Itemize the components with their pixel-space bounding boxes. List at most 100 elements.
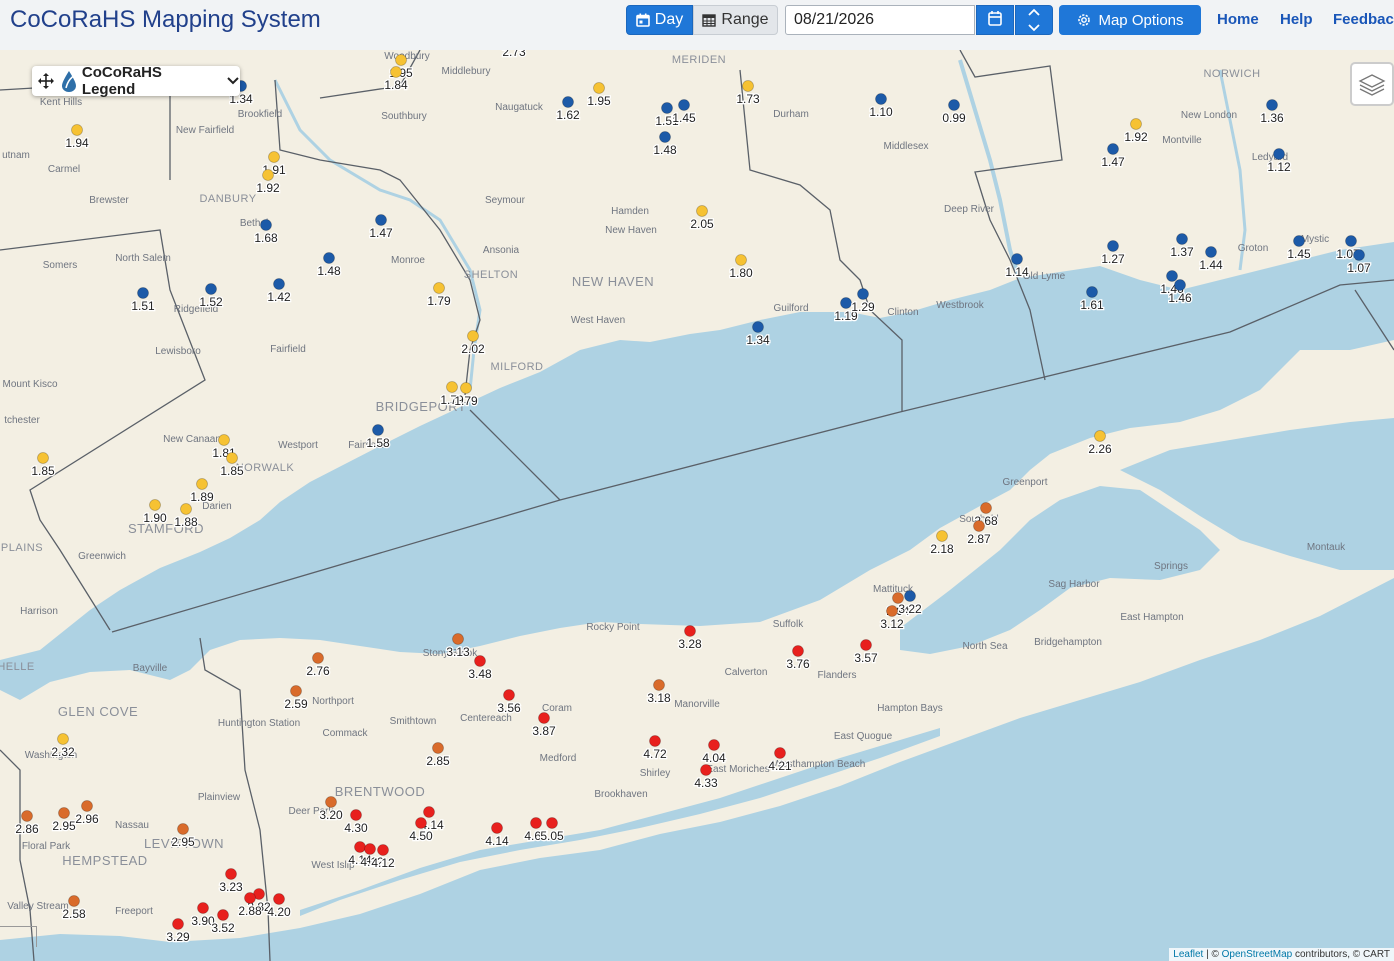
station-dot[interactable] — [649, 735, 661, 747]
station-dot[interactable] — [973, 520, 985, 532]
station-dot[interactable] — [503, 689, 515, 701]
station-dot[interactable] — [684, 625, 696, 637]
station-dot[interactable] — [840, 297, 852, 309]
station-dot[interactable] — [700, 764, 712, 776]
station-dot[interactable] — [659, 131, 671, 143]
station-dot[interactable] — [1174, 279, 1186, 291]
station-dot[interactable] — [137, 287, 149, 299]
station-dot[interactable] — [1205, 246, 1217, 258]
station-dot[interactable] — [268, 151, 280, 163]
station-dot[interactable] — [197, 902, 209, 914]
station-dot[interactable] — [1011, 253, 1023, 265]
station-dot[interactable] — [904, 590, 916, 602]
station-dot[interactable] — [180, 503, 192, 515]
layers-control-button[interactable] — [1350, 62, 1394, 106]
legend-control[interactable]: CoCoRaHS Legend — [32, 64, 240, 98]
station-dot[interactable] — [491, 822, 503, 834]
station-dot[interactable] — [546, 817, 558, 829]
nav-home-link[interactable]: Home — [1217, 11, 1259, 28]
station-dot[interactable] — [312, 652, 324, 664]
openstreetmap-link[interactable]: OpenStreetMap — [1222, 949, 1293, 960]
station-dot[interactable] — [562, 96, 574, 108]
station-dot[interactable] — [364, 843, 376, 855]
calendar-picker-button[interactable] — [976, 5, 1014, 35]
station-dot[interactable] — [172, 918, 184, 930]
station-dot[interactable] — [244, 892, 256, 904]
station-dot[interactable] — [474, 655, 486, 667]
station-dot[interactable] — [217, 909, 229, 921]
station-dot[interactable] — [708, 739, 720, 751]
leaflet-link[interactable]: Leaflet — [1173, 949, 1203, 960]
station-dot[interactable] — [1176, 233, 1188, 245]
station-dot[interactable] — [742, 80, 754, 92]
station-dot[interactable] — [433, 282, 445, 294]
station-dot[interactable] — [262, 169, 274, 181]
station-dot[interactable] — [661, 102, 673, 114]
station-dot[interactable] — [1130, 118, 1142, 130]
station-dot[interactable] — [196, 478, 208, 490]
station-dot[interactable] — [71, 124, 83, 136]
station-dot[interactable] — [290, 685, 302, 697]
date-stepper[interactable] — [1015, 5, 1053, 35]
nav-help-link[interactable]: Help — [1280, 11, 1313, 28]
station-dot[interactable] — [1107, 143, 1119, 155]
day-button[interactable]: Day — [626, 5, 693, 35]
station-dot[interactable] — [886, 605, 898, 617]
map-canvas[interactable]: Woodbury Middlebury MERIDEN NORWICH Kent Hil… — [0, 50, 1394, 961]
station-dot[interactable] — [273, 278, 285, 290]
station-dot[interactable] — [467, 330, 479, 342]
station-dot[interactable] — [58, 807, 70, 819]
station-dot[interactable] — [452, 633, 464, 645]
station-dot[interactable] — [377, 844, 389, 856]
station-dot[interactable] — [774, 747, 786, 759]
station-dot[interactable] — [696, 205, 708, 217]
station-marker[interactable]: 2.73 — [501, 50, 527, 60]
station-dot[interactable] — [792, 645, 804, 657]
station-dot[interactable] — [1345, 235, 1357, 247]
station-dot[interactable] — [538, 712, 550, 724]
station-dot[interactable] — [752, 321, 764, 333]
station-dot[interactable] — [1086, 286, 1098, 298]
station-dot[interactable] — [735, 254, 747, 266]
station-dot[interactable] — [37, 452, 49, 464]
station-dot[interactable] — [226, 452, 238, 464]
station-dot[interactable] — [423, 806, 435, 818]
station-dot[interactable] — [860, 639, 872, 651]
station-dot[interactable] — [432, 742, 444, 754]
station-dot[interactable] — [653, 679, 665, 691]
station-dot[interactable] — [1353, 249, 1365, 261]
station-dot[interactable] — [57, 733, 69, 745]
station-dot[interactable] — [205, 283, 217, 295]
station-dot[interactable] — [21, 810, 33, 822]
station-dot[interactable] — [372, 424, 384, 436]
station-dot[interactable] — [225, 868, 237, 880]
station-dot[interactable] — [395, 54, 407, 66]
station-dot[interactable] — [68, 895, 80, 907]
station-dot[interactable] — [323, 252, 335, 264]
station-dot[interactable] — [980, 502, 992, 514]
station-dot[interactable] — [1273, 148, 1285, 160]
station-dot[interactable] — [446, 381, 458, 393]
station-dot[interactable] — [948, 99, 960, 111]
station-dot[interactable] — [149, 499, 161, 511]
nav-feedback-link[interactable]: Feedback — [1333, 11, 1394, 28]
station-dot[interactable] — [81, 800, 93, 812]
station-dot[interactable] — [177, 823, 189, 835]
map-options-button[interactable]: Map Options — [1059, 5, 1201, 35]
station-dot[interactable] — [875, 93, 887, 105]
station-dot[interactable] — [530, 817, 542, 829]
station-dot[interactable] — [273, 893, 285, 905]
station-dot[interactable] — [678, 99, 690, 111]
station-dot[interactable] — [1094, 430, 1106, 442]
station-dot[interactable] — [1266, 99, 1278, 111]
station-dot[interactable] — [354, 841, 366, 853]
station-dot[interactable] — [1293, 235, 1305, 247]
station-dot[interactable] — [1107, 240, 1119, 252]
station-dot[interactable] — [375, 214, 387, 226]
station-dot[interactable] — [460, 382, 472, 394]
station-dot[interactable] — [857, 288, 869, 300]
precipitation-map[interactable]: Woodbury Middlebury MERIDEN NORWICH Kent Hil… — [0, 50, 1394, 961]
station-dot[interactable] — [218, 434, 230, 446]
date-input[interactable] — [785, 5, 975, 35]
station-dot[interactable] — [325, 796, 337, 808]
